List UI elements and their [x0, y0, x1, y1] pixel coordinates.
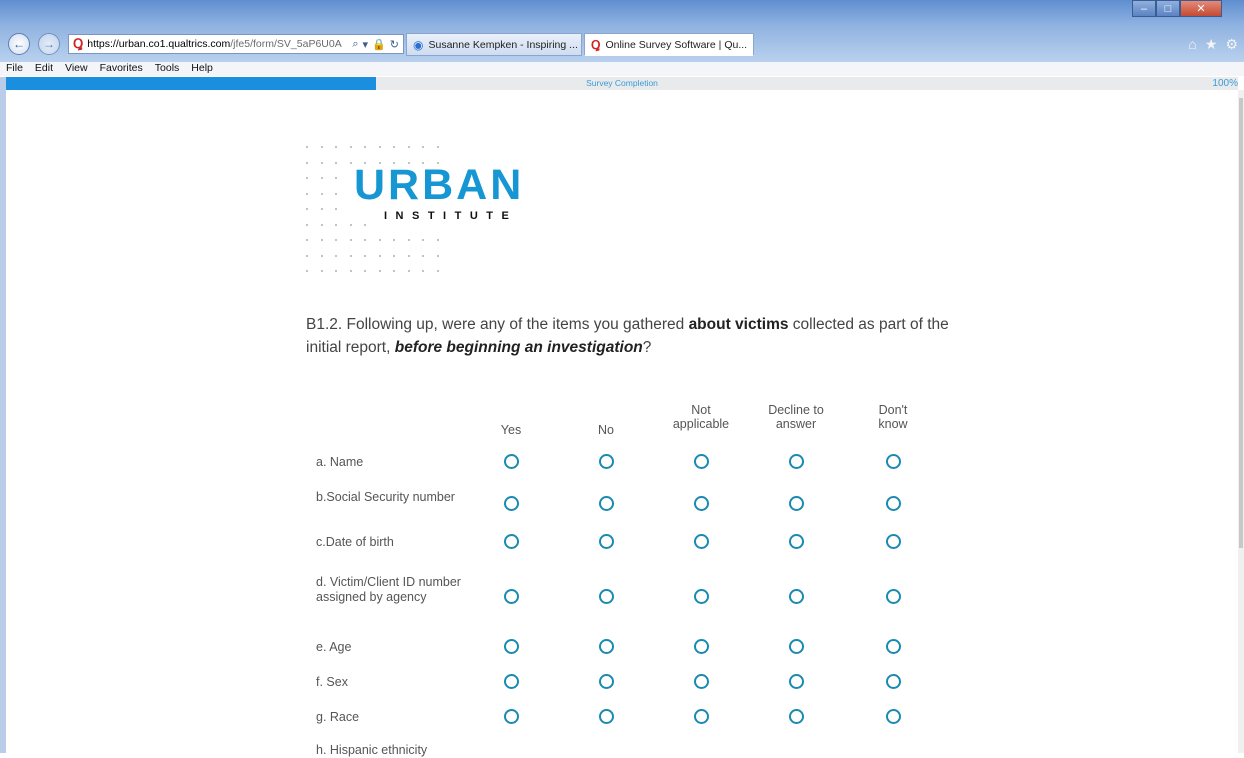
menu-help[interactable]: Help	[191, 62, 213, 76]
logo-word-urban: URBAN	[354, 161, 525, 209]
radio-option[interactable]	[504, 496, 519, 511]
window-frame	[0, 77, 6, 753]
survey-progress-bar: Survey Completion 100%	[6, 77, 1238, 90]
radio-option[interactable]	[694, 453, 709, 469]
radio-option[interactable]	[886, 708, 901, 724]
question-bold-italic: before beginning an investigation	[394, 339, 643, 356]
tab-susanne-kempken[interactable]: ◉ Susanne Kempken - Inspiring ...	[406, 33, 582, 56]
radio-option[interactable]	[886, 638, 901, 654]
url-host: https://urban.co1.qualtrics.com	[87, 38, 231, 50]
radio-option[interactable]	[599, 673, 614, 689]
minimize-button[interactable]: –	[1132, 0, 1156, 17]
radio-option[interactable]	[886, 533, 901, 549]
radio-option[interactable]	[789, 638, 804, 654]
radio-option[interactable]	[504, 638, 519, 654]
menu-view[interactable]: View	[65, 62, 88, 76]
matrix-row-label: g. Race	[316, 710, 360, 724]
progress-percent: 100%	[1212, 78, 1238, 89]
maximize-button[interactable]: □	[1156, 0, 1180, 17]
matrix-row-label: f. Sex	[316, 675, 348, 689]
qualtrics-favicon-icon: Ꝗ	[73, 36, 84, 51]
forward-button[interactable]: →	[38, 33, 60, 55]
home-icon[interactable]: ⌂	[1188, 36, 1196, 53]
scrollbar-thumb[interactable]	[1239, 98, 1243, 548]
question-bold: about victims	[688, 316, 789, 333]
back-arrow-icon: ←	[13, 37, 25, 51]
radio-option[interactable]	[694, 588, 709, 604]
column-header: Yes	[500, 423, 522, 437]
menu-bar: File Edit View Favorites Tools Help	[0, 62, 1244, 76]
question-suffix: ?	[642, 339, 652, 356]
address-bar[interactable]: Ꝗ https://urban.co1.qualtrics.com/jfe5/f…	[68, 34, 404, 54]
url-path: /jfe5/form/SV_5aP6U0A	[230, 38, 342, 50]
column-header: Don't know	[878, 403, 908, 431]
tab-title: Online Survey Software | Qu...	[605, 38, 748, 51]
radio-option[interactable]	[694, 533, 709, 549]
radio-option[interactable]	[504, 673, 519, 689]
radio-option[interactable]	[694, 708, 709, 724]
window-controls: – □ ✕	[1132, 0, 1222, 17]
menu-file[interactable]: File	[6, 62, 23, 76]
site-favicon-icon: ◉	[413, 37, 424, 52]
radio-option[interactable]	[504, 588, 519, 604]
browser-titlebar: – □ ✕ ← → Ꝗ https://urban.co1.qualtrics.…	[0, 0, 1244, 62]
progress-label: Survey Completion	[586, 78, 658, 88]
forward-arrow-icon: →	[43, 37, 55, 51]
radio-option[interactable]	[599, 453, 614, 469]
radio-option[interactable]	[599, 588, 614, 604]
radio-option[interactable]	[504, 453, 519, 469]
refresh-icon[interactable]: ↻	[390, 38, 399, 51]
radio-option[interactable]	[599, 708, 614, 724]
radio-option[interactable]	[789, 496, 804, 511]
column-header: No	[598, 423, 614, 437]
radio-option[interactable]	[789, 453, 804, 469]
logo-word-institute: INSTITUTE	[384, 210, 518, 222]
radio-option[interactable]	[886, 588, 901, 604]
radio-option[interactable]	[789, 533, 804, 549]
menu-edit[interactable]: Edit	[35, 62, 53, 76]
tab-title: Susanne Kempken - Inspiring ...	[428, 38, 578, 51]
radio-option[interactable]	[789, 673, 804, 689]
menu-favorites[interactable]: Favorites	[100, 62, 143, 76]
matrix-row-label: d. Victim/Client ID number assigned by a…	[316, 575, 461, 604]
tab-online-survey-software[interactable]: Ꝗ Online Survey Software | Qu... ✕	[584, 33, 754, 56]
matrix-row-label: b.Social Security number	[316, 490, 455, 504]
qualtrics-favicon-icon: Ꝗ	[591, 37, 601, 52]
back-button[interactable]: ←	[8, 33, 30, 55]
radio-option[interactable]	[599, 533, 614, 549]
radio-option[interactable]	[504, 708, 519, 724]
search-icon[interactable]: ⌕	[352, 38, 358, 51]
matrix-row-label: c.Date of birth	[316, 535, 394, 549]
radio-option[interactable]	[694, 496, 709, 511]
radio-option[interactable]	[789, 588, 804, 604]
radio-option[interactable]	[886, 673, 901, 689]
radio-option[interactable]	[886, 496, 901, 511]
radio-option[interactable]	[599, 638, 614, 654]
radio-option[interactable]	[504, 533, 519, 549]
urban-institute-logo: URBAN INSTITUTE	[306, 140, 536, 280]
settings-gear-icon[interactable]: ⚙	[1225, 36, 1238, 53]
lock-icon[interactable]: 🔒	[372, 38, 386, 51]
radio-option[interactable]	[789, 708, 804, 724]
dropdown-arrow-icon[interactable]: ▾	[363, 38, 369, 51]
radio-option[interactable]	[694, 673, 709, 689]
column-header: Not applicable	[672, 403, 730, 431]
radio-option[interactable]	[599, 496, 614, 511]
radio-option[interactable]	[694, 638, 709, 654]
menu-tools[interactable]: Tools	[155, 62, 180, 76]
question-prefix: B1.2. Following up, were any of the item…	[306, 316, 689, 333]
matrix-row-label: h. Hispanic ethnicity	[316, 743, 428, 757]
matrix-row-label: a. Name	[316, 455, 364, 469]
close-button[interactable]: ✕	[1180, 0, 1222, 17]
question-text: B1.2. Following up, were any of the item…	[306, 313, 956, 359]
page-scrollbar[interactable]	[1238, 90, 1244, 753]
matrix-row-label: e. Age	[316, 640, 352, 654]
close-tab-icon[interactable]: ✕	[753, 39, 754, 51]
favorites-star-icon[interactable]: ★	[1205, 36, 1218, 53]
radio-option[interactable]	[886, 453, 901, 469]
column-header: Decline to answer	[768, 403, 824, 431]
